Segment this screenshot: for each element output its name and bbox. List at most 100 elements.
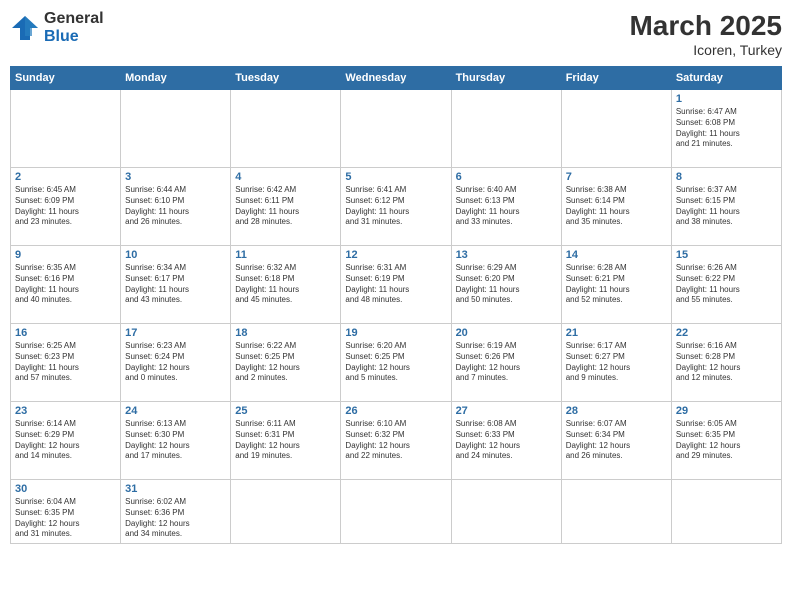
table-row: 23Sunrise: 6:14 AM Sunset: 6:29 PM Dayli…	[11, 402, 121, 480]
table-row	[451, 480, 561, 544]
day-number: 10	[125, 249, 226, 261]
col-wednesday: Wednesday	[341, 67, 451, 90]
table-row: 3Sunrise: 6:44 AM Sunset: 6:10 PM Daylig…	[121, 168, 231, 246]
table-row: 10Sunrise: 6:34 AM Sunset: 6:17 PM Dayli…	[121, 246, 231, 324]
table-row	[231, 480, 341, 544]
day-number: 15	[676, 249, 777, 261]
day-number: 26	[345, 405, 446, 417]
calendar-subtitle: Icoren, Turkey	[629, 42, 782, 58]
table-row: 19 Sunrise: 6:20 AM Sunset: 6:25 PM Dayli…	[341, 324, 451, 402]
day-info: Sunrise: 6:22 AM Sunset: 6:25 PM Dayligh…	[235, 341, 336, 384]
table-row: 17 Sunrise: 6:23 AM Sunset: 6:24 PM Dayli…	[121, 324, 231, 402]
day-number: 8	[676, 171, 777, 183]
day-number: 29	[676, 405, 777, 417]
table-row: 29 Sunrise: 6:05 AM Sunset: 6:35 PM Dayli…	[671, 402, 781, 480]
table-row: 9Sunrise: 6:35 AM Sunset: 6:16 PM Daylig…	[11, 246, 121, 324]
table-row: 27 Sunrise: 6:08 AM Sunset: 6:33 PM Dayli…	[451, 402, 561, 480]
table-row: 11Sunrise: 6:32 AM Sunset: 6:18 PM Dayli…	[231, 246, 341, 324]
day-info: Sunrise: 6:08 AM Sunset: 6:33 PM Dayligh…	[456, 419, 557, 462]
day-number: 13	[456, 249, 557, 261]
table-row	[121, 90, 231, 168]
col-saturday: Saturday	[671, 67, 781, 90]
day-info: Sunrise: 6:26 AM Sunset: 6:22 PM Dayligh…	[676, 263, 777, 306]
day-info: Sunrise: 6:02 AM Sunset: 6:36 PM Dayligh…	[125, 497, 226, 540]
day-info: Sunrise: 6:05 AM Sunset: 6:35 PM Dayligh…	[676, 419, 777, 462]
day-number: 21	[566, 327, 667, 339]
table-row: 31 Sunrise: 6:02 AM Sunset: 6:36 PM Dayli…	[121, 480, 231, 544]
page: General Blue March 2025 Icoren, Turkey S…	[0, 0, 792, 612]
day-number: 24	[125, 405, 226, 417]
day-info: Sunrise: 6:17 AM Sunset: 6:27 PM Dayligh…	[566, 341, 667, 384]
day-info: Sunrise: 6:47 AM Sunset: 6:08 PM Dayligh…	[676, 107, 777, 150]
day-number: 11	[235, 249, 336, 261]
col-friday: Friday	[561, 67, 671, 90]
day-info: Sunrise: 6:40 AM Sunset: 6:13 PM Dayligh…	[456, 185, 557, 228]
table-row: 30 Sunrise: 6:04 AM Sunset: 6:35 PM Dayli…	[11, 480, 121, 544]
day-info: Sunrise: 6:25 AM Sunset: 6:23 PM Dayligh…	[15, 341, 116, 384]
day-number: 16	[15, 327, 116, 339]
day-number: 6	[456, 171, 557, 183]
table-row	[11, 90, 121, 168]
day-info: Sunrise: 6:23 AM Sunset: 6:24 PM Dayligh…	[125, 341, 226, 384]
day-info: Sunrise: 6:14 AM Sunset: 6:29 PM Dayligh…	[15, 419, 116, 462]
table-row	[451, 90, 561, 168]
day-number: 12	[345, 249, 446, 261]
day-info: Sunrise: 6:45 AM Sunset: 6:09 PM Dayligh…	[15, 185, 116, 228]
table-row: 13 Sunrise: 6:29 AM Sunset: 6:20 PM Dayli…	[451, 246, 561, 324]
day-number: 31	[125, 483, 226, 495]
day-info: Sunrise: 6:19 AM Sunset: 6:26 PM Dayligh…	[456, 341, 557, 384]
table-row	[341, 90, 451, 168]
table-row: 4Sunrise: 6:42 AM Sunset: 6:11 PM Daylig…	[231, 168, 341, 246]
table-row: 5 Sunrise: 6:41 AM Sunset: 6:12 PM Daylig…	[341, 168, 451, 246]
calendar-header-row: Sunday Monday Tuesday Wednesday Thursday…	[11, 67, 782, 90]
table-row: 25 Sunrise: 6:11 AM Sunset: 6:31 PM Dayli…	[231, 402, 341, 480]
header: General Blue March 2025 Icoren, Turkey	[10, 10, 782, 58]
table-row	[341, 480, 451, 544]
day-info: Sunrise: 6:04 AM Sunset: 6:35 PM Dayligh…	[15, 497, 116, 540]
col-thursday: Thursday	[451, 67, 561, 90]
day-info: Sunrise: 6:35 AM Sunset: 6:16 PM Dayligh…	[15, 263, 116, 306]
day-number: 17	[125, 327, 226, 339]
day-number: 14	[566, 249, 667, 261]
day-number: 7	[566, 171, 667, 183]
table-row: 16 Sunrise: 6:25 AM Sunset: 6:23 PM Dayli…	[11, 324, 121, 402]
day-number: 5	[345, 171, 446, 183]
table-row: 6 Sunrise: 6:40 AM Sunset: 6:13 PM Daylig…	[451, 168, 561, 246]
table-row: 1 Sunrise: 6:47 AM Sunset: 6:08 PM Daylig…	[671, 90, 781, 168]
day-info: Sunrise: 6:31 AM Sunset: 6:19 PM Dayligh…	[345, 263, 446, 306]
day-info: Sunrise: 6:11 AM Sunset: 6:31 PM Dayligh…	[235, 419, 336, 462]
day-info: Sunrise: 6:20 AM Sunset: 6:25 PM Dayligh…	[345, 341, 446, 384]
day-info: Sunrise: 6:16 AM Sunset: 6:28 PM Dayligh…	[676, 341, 777, 384]
day-number: 28	[566, 405, 667, 417]
table-row: 20 Sunrise: 6:19 AM Sunset: 6:26 PM Dayli…	[451, 324, 561, 402]
day-info: Sunrise: 6:42 AM Sunset: 6:11 PM Dayligh…	[235, 185, 336, 228]
day-number: 25	[235, 405, 336, 417]
title-block: March 2025 Icoren, Turkey	[629, 10, 782, 58]
day-info: Sunrise: 6:29 AM Sunset: 6:20 PM Dayligh…	[456, 263, 557, 306]
table-row: 14Sunrise: 6:28 AM Sunset: 6:21 PM Dayli…	[561, 246, 671, 324]
day-info: Sunrise: 6:07 AM Sunset: 6:34 PM Dayligh…	[566, 419, 667, 462]
logo-text: General Blue	[44, 10, 104, 45]
day-info: Sunrise: 6:10 AM Sunset: 6:32 PM Dayligh…	[345, 419, 446, 462]
day-info: Sunrise: 6:38 AM Sunset: 6:14 PM Dayligh…	[566, 185, 667, 228]
day-info: Sunrise: 6:44 AM Sunset: 6:10 PM Dayligh…	[125, 185, 226, 228]
table-row: 8 Sunrise: 6:37 AM Sunset: 6:15 PM Daylig…	[671, 168, 781, 246]
day-number: 20	[456, 327, 557, 339]
table-row	[231, 90, 341, 168]
table-row: 28 Sunrise: 6:07 AM Sunset: 6:34 PM Dayli…	[561, 402, 671, 480]
day-number: 2	[15, 171, 116, 183]
table-row: 22 Sunrise: 6:16 AM Sunset: 6:28 PM Dayli…	[671, 324, 781, 402]
day-number: 19	[345, 327, 446, 339]
table-row: 12 Sunrise: 6:31 AM Sunset: 6:19 PM Dayli…	[341, 246, 451, 324]
day-number: 30	[15, 483, 116, 495]
day-info: Sunrise: 6:37 AM Sunset: 6:15 PM Dayligh…	[676, 185, 777, 228]
day-number: 27	[456, 405, 557, 417]
col-sunday: Sunday	[11, 67, 121, 90]
calendar-title: March 2025	[629, 10, 782, 42]
day-number: 1	[676, 93, 777, 105]
day-number: 22	[676, 327, 777, 339]
table-row: 26 Sunrise: 6:10 AM Sunset: 6:32 PM Dayli…	[341, 402, 451, 480]
table-row	[561, 480, 671, 544]
day-info: Sunrise: 6:13 AM Sunset: 6:30 PM Dayligh…	[125, 419, 226, 462]
day-info: Sunrise: 6:41 AM Sunset: 6:12 PM Dayligh…	[345, 185, 446, 228]
